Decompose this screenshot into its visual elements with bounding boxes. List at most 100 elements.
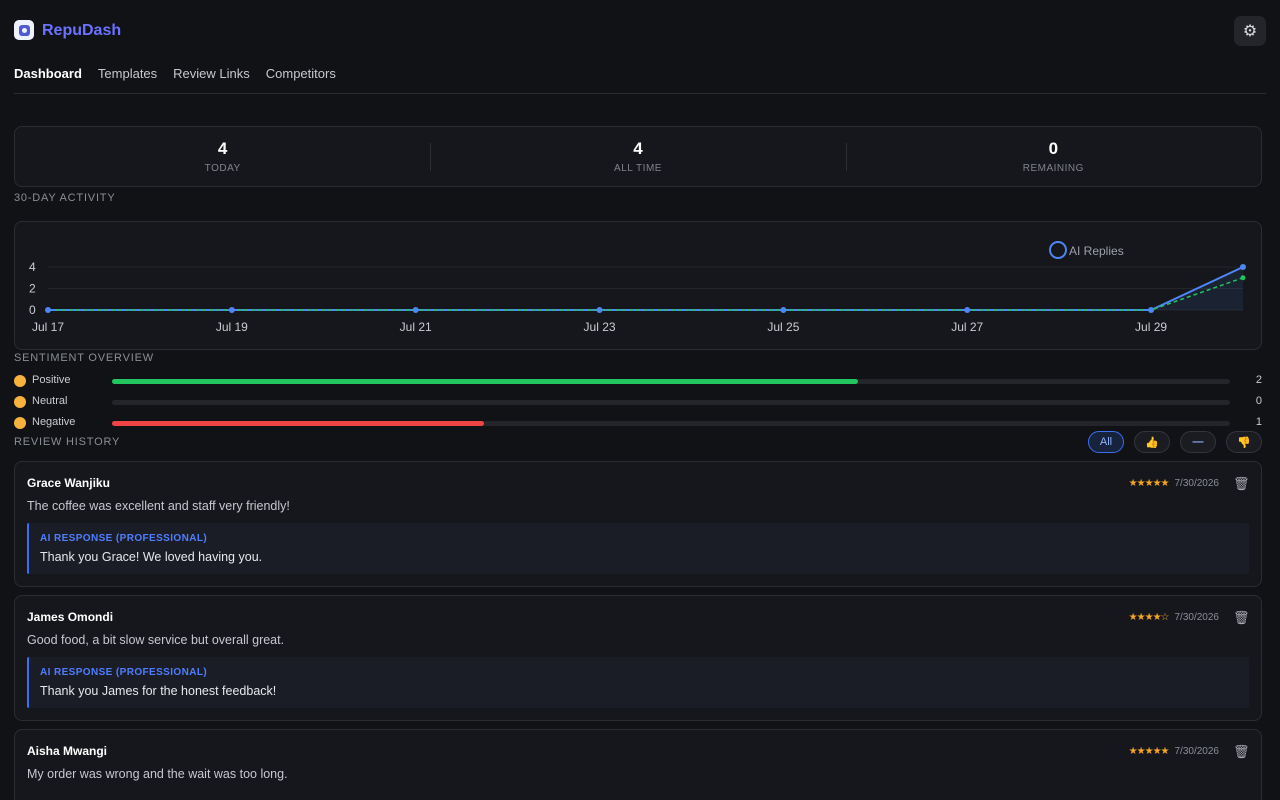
main-nav: Dashboard Templates Review Links Competi… [14, 66, 336, 81]
brand-name: RepuDash [42, 22, 122, 39]
filter-neutral-button[interactable]: — [1180, 431, 1216, 453]
review-card: Aisha Mwangi ★★★★★ 7/30/2026 🗑 My order … [14, 729, 1262, 800]
y-tick-label: 0 [29, 303, 36, 317]
activity-chart-card: 0 2 4 Jul 17 Jul 19 Jul 21 Jul 23 Jul 25 Jul 27 J… [14, 221, 1262, 350]
thumbs-down-icon: 👎 [1237, 436, 1251, 449]
x-tick-label: Jul 21 [400, 320, 432, 334]
reviewer-name: Grace Wanjiku [27, 476, 110, 490]
x-tick-label: Jul 27 [951, 320, 983, 334]
star-rating: ★★★★☆ [1128, 612, 1170, 623]
review-text: Good food, a bit slow service but overal… [27, 633, 285, 647]
ai-response-text: Thank you James for the honest feedback! [40, 684, 277, 698]
data-point [1148, 307, 1155, 313]
x-tick-label: Jul 23 [584, 320, 616, 334]
stat-value: 4 [217, 139, 228, 158]
ai-response: AI RESPONSE (PROFESSIONAL) Thank you Gra… [27, 523, 1249, 574]
stat-value: 0 [1048, 139, 1059, 158]
app-header: RepuDash ⚙ [14, 16, 1266, 48]
x-tick-label: Jul 25 [767, 320, 799, 334]
sentiment-label: Negative [32, 416, 76, 428]
smile-icon [14, 375, 26, 387]
thumbs-up-icon: 👍 [1145, 436, 1159, 449]
sentiment-label: Neutral [32, 395, 68, 407]
sentiment-track [112, 400, 1230, 405]
data-point [45, 307, 51, 313]
sentiment-row-positive: Positive 2 [14, 374, 1262, 390]
sentiment-row-negative: Negative 1 [14, 416, 1262, 432]
sentiment-count: 1 [1255, 416, 1262, 428]
trash-icon: 🗑 [1233, 610, 1250, 625]
ai-response-text: Thank you Grace! We loved having you. [40, 550, 263, 564]
gear-icon: ⚙ [1242, 23, 1258, 40]
reviewer-name: Aisha Mwangi [27, 744, 108, 758]
reviewer-name: James Omondi [27, 610, 114, 624]
delete-review-button[interactable]: 🗑 [1233, 610, 1250, 625]
data-point [412, 307, 419, 313]
review-card: Grace Wanjiku ★★★★★ 7/30/2026 🗑 The coff… [14, 461, 1262, 587]
sentiment-bar [112, 379, 858, 384]
stat-all-time: 4 ALL TIME [430, 127, 845, 186]
nav-divider [14, 93, 1266, 94]
star-rating: ★★★★★ [1128, 478, 1170, 489]
data-point [1240, 264, 1246, 270]
y-tick-label: 2 [29, 282, 36, 296]
settings-button[interactable]: ⚙ [1234, 16, 1266, 46]
ai-response-title: AI RESPONSE (PROFESSIONAL) [40, 667, 208, 678]
review-meta: ★★★★☆ 7/30/2026 [1129, 612, 1219, 623]
x-tick-label: Jul 29 [1135, 320, 1167, 334]
history-title: REVIEW HISTORY [14, 436, 121, 448]
sentiment-bar [112, 421, 485, 426]
sentiment-title: SENTIMENT OVERVIEW [14, 352, 154, 364]
review-date: 7/30/2026 [1174, 478, 1220, 489]
filter-negative-button[interactable]: 👎 [1226, 431, 1262, 453]
review-date: 7/30/2026 [1174, 746, 1220, 757]
sad-face-icon [14, 417, 26, 429]
ai-response: AI RESPONSE (PROFESSIONAL) Thank you Jam… [27, 657, 1249, 708]
sentiment-count: 2 [1255, 374, 1262, 386]
data-point [1240, 275, 1246, 281]
series-line [48, 277, 1244, 311]
delete-review-button[interactable]: 🗑 [1233, 476, 1250, 491]
data-point [596, 307, 603, 313]
stats-card: 4 TODAY 4 ALL TIME 0 REMAINING [14, 126, 1262, 187]
stat-remaining: 0 REMAINING [845, 127, 1261, 186]
stat-label: ALL TIME [614, 163, 662, 174]
filter-all-button[interactable]: All [1088, 431, 1124, 453]
delete-review-button[interactable]: 🗑 [1233, 744, 1250, 759]
legend-label: AI Replies [1069, 244, 1124, 258]
tab-templates[interactable]: Templates [98, 66, 157, 81]
sentiment-track [112, 421, 1230, 426]
stat-value: 4 [633, 139, 643, 158]
stat-today: 4 TODAY [15, 127, 430, 186]
tab-dashboard[interactable]: Dashboard [14, 66, 82, 81]
star-rating: ★★★★★ [1128, 746, 1170, 757]
trash-icon: 🗑 [1233, 476, 1250, 491]
filter-positive-button[interactable]: 👍 [1134, 431, 1170, 453]
sentiment-count: 0 [1255, 395, 1262, 407]
review-card: James Omondi ★★★★☆ 7/30/2026 🗑 Good food… [14, 595, 1262, 721]
sentiment-track [112, 379, 1230, 384]
review-meta: ★★★★★ 7/30/2026 [1129, 478, 1219, 489]
review-meta: ★★★★★ 7/30/2026 [1129, 746, 1219, 757]
tab-competitors[interactable]: Competitors [266, 66, 336, 81]
stat-label: TODAY [204, 163, 241, 174]
data-point [228, 307, 235, 313]
activity-title: 30-DAY ACTIVITY [14, 192, 116, 204]
activity-chart: 0 2 4 Jul 17 Jul 19 Jul 21 Jul 23 Jul 25 Jul 27 J… [29, 241, 1246, 334]
dash-icon: — [1192, 436, 1204, 448]
sentiment-row-neutral: Neutral 0 [14, 395, 1262, 411]
review-text: The coffee was excellent and staff very … [27, 499, 290, 513]
trash-icon: 🗑 [1233, 744, 1250, 759]
data-point [780, 307, 787, 313]
review-date: 7/30/2026 [1174, 612, 1220, 623]
tab-review-links[interactable]: Review Links [173, 66, 250, 81]
ai-response-title: AI RESPONSE (PROFESSIONAL) [40, 533, 208, 544]
x-tick-label: Jul 19 [216, 320, 248, 334]
x-tick-label: Jul 17 [32, 320, 64, 334]
sentiment-label: Positive [32, 374, 71, 386]
logo-icon [14, 20, 34, 40]
review-filters: All 👍 — 👎 [1088, 431, 1262, 453]
stat-label: REMAINING [1022, 163, 1084, 174]
neutral-face-icon [14, 396, 26, 408]
y-tick-label: 4 [29, 260, 36, 274]
